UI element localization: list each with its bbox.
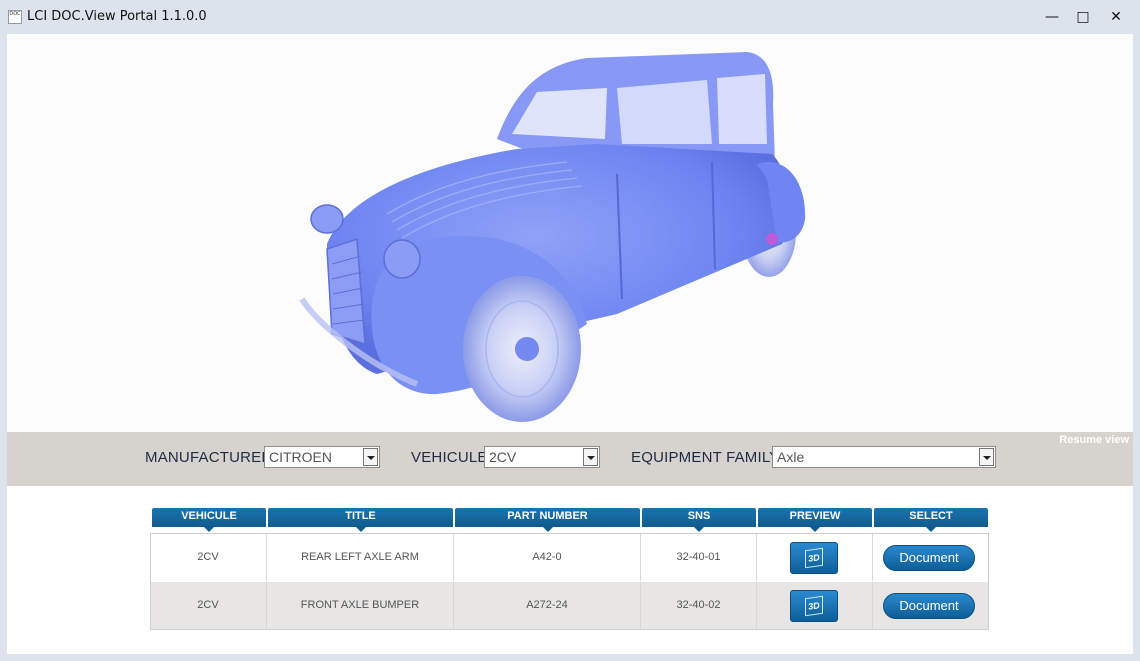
vehicule-select[interactable]: 2CV bbox=[484, 446, 600, 468]
title-bar: DOC LCI DOC.View Portal 1.1.0.0 — □ ✕ bbox=[0, 0, 1140, 34]
parts-table: VEHICULE TITLE PART NUMBER SNS PREVIEW S… bbox=[7, 486, 1133, 654]
equipment-family-label: EQUIPMENT FAMILY bbox=[631, 449, 780, 466]
minimize-button[interactable]: — bbox=[1037, 6, 1067, 28]
header-vehicule: VEHICULE bbox=[152, 508, 266, 532]
manufacturer-select[interactable]: CITROEN bbox=[264, 446, 380, 468]
car-3d-model[interactable] bbox=[287, 44, 827, 424]
3d-viewer[interactable] bbox=[7, 34, 1133, 432]
close-button[interactable]: ✕ bbox=[1101, 6, 1131, 28]
chevron-down-icon[interactable] bbox=[583, 448, 598, 466]
header-preview: PREVIEW bbox=[758, 508, 872, 532]
window-title: LCI DOC.View Portal 1.1.0.0 bbox=[27, 9, 207, 24]
manufacturer-value: CITROEN bbox=[269, 449, 332, 465]
header-title: TITLE bbox=[268, 508, 453, 532]
maximize-button[interactable]: □ bbox=[1068, 6, 1098, 28]
vehicule-label: VEHICULE bbox=[411, 449, 488, 466]
resume-view-link[interactable]: Resume view bbox=[1059, 434, 1129, 446]
header-select: SELECT bbox=[874, 508, 988, 532]
equipment-family-select[interactable]: Axle bbox=[772, 446, 996, 468]
header-sns: SNS bbox=[642, 508, 756, 532]
filter-bar: Resume view MANUFACTURER CITROEN VEHICUL… bbox=[7, 432, 1133, 486]
chevron-down-icon[interactable] bbox=[979, 448, 994, 466]
app-icon: DOC bbox=[8, 10, 22, 24]
manufacturer-label: MANUFACTURER bbox=[145, 449, 273, 466]
chevron-down-icon[interactable] bbox=[363, 448, 378, 466]
vehicule-value: 2CV bbox=[489, 449, 517, 465]
header-part-number: PART NUMBER bbox=[455, 508, 640, 532]
equipment-family-value: Axle bbox=[777, 449, 805, 465]
table-border bbox=[150, 533, 989, 630]
